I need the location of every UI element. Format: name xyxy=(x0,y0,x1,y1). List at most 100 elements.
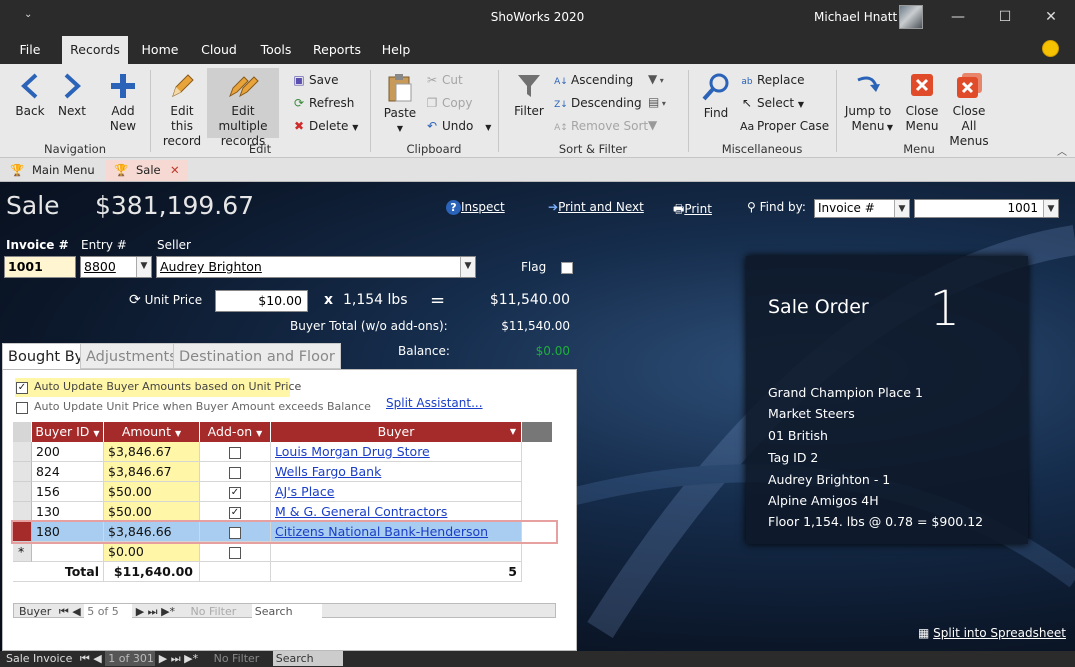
jump-to-menu-button[interactable]: Jump to Menu ▼ xyxy=(843,72,893,134)
new-row[interactable]: * $0.00 xyxy=(13,542,556,562)
seller-select[interactable]: Audrey Brighton ▼ xyxy=(156,256,476,278)
table-row[interactable]: 824 $3,846.67 Wells Fargo Bank xyxy=(13,462,556,482)
remove-sort-button[interactable]: A↕ Remove Sort xyxy=(554,118,648,136)
select-button[interactable]: ↖ Select ▼ xyxy=(740,95,804,113)
buyer-link[interactable]: Wells Fargo Bank xyxy=(275,464,381,479)
new-record-icon[interactable]: ▶* xyxy=(184,652,198,665)
col-amount[interactable]: Amount ▼ xyxy=(104,422,200,442)
checkmark-icon[interactable]: ✓ xyxy=(229,486,241,499)
checkbox-box[interactable] xyxy=(229,546,241,559)
tab-destination-floor[interactable]: Destination and Floor xyxy=(173,343,341,369)
first-record-icon[interactable]: ⏮ xyxy=(59,605,69,618)
flag-checkbox[interactable] xyxy=(561,262,573,274)
proper-case-button[interactable]: Aa Proper Case xyxy=(740,118,829,135)
refresh-button[interactable]: ⟳ Refresh xyxy=(292,95,354,111)
row-selector[interactable] xyxy=(13,442,32,462)
amount-cell[interactable]: $3,846.66 xyxy=(104,522,200,542)
status-record-counter[interactable]: 1 of 301 xyxy=(105,651,156,666)
smiley-icon[interactable] xyxy=(1042,40,1059,57)
prev-record-icon[interactable]: ◀ xyxy=(72,605,80,618)
chevron-down-icon[interactable]: ▼ xyxy=(136,257,151,277)
first-record-icon[interactable]: ⏮ xyxy=(80,652,90,665)
buyer-link[interactable]: AJ's Place xyxy=(275,484,334,499)
checkbox-box[interactable] xyxy=(229,526,241,539)
buyer-link[interactable]: Citizens National Bank-Henderson xyxy=(275,524,488,539)
find-by-select[interactable]: Invoice # ▼ xyxy=(814,199,910,218)
tab-bought-by[interactable]: Bought By xyxy=(2,343,90,369)
checkbox-box[interactable] xyxy=(229,446,241,459)
invoice-field[interactable]: 1001 xyxy=(4,256,76,278)
close-menu-button[interactable]: Close Menu xyxy=(902,72,942,134)
tab-file[interactable]: File xyxy=(10,36,50,64)
col-buyer-id[interactable]: Buyer ID ▼ xyxy=(32,422,104,442)
tab-reports[interactable]: Reports xyxy=(310,36,364,64)
tab-tools[interactable]: Tools xyxy=(254,36,298,64)
table-row[interactable]: 200 $3,846.67 Louis Morgan Drug Store xyxy=(13,442,556,462)
chevron-down-icon[interactable]: ▼ xyxy=(510,422,516,442)
back-button[interactable]: Back xyxy=(10,72,50,119)
addon-cell[interactable]: ✓ xyxy=(200,482,271,502)
table-row[interactable]: 130 $50.00 ✓ M & G. General Contractors xyxy=(13,502,556,522)
find-value-select[interactable]: 1001 ▼ xyxy=(914,199,1059,218)
buyer-id-cell[interactable]: 180 xyxy=(32,522,104,542)
auto-update-amounts-checkbox[interactable]: ✓ xyxy=(16,380,28,394)
status-search-input[interactable]: Search xyxy=(272,651,343,666)
tab-records[interactable]: Records xyxy=(62,36,128,64)
close-all-menus-button[interactable]: Close All Menus xyxy=(945,72,993,149)
amount-cell[interactable]: $50.00 xyxy=(104,502,200,522)
tab-home[interactable]: Home xyxy=(136,36,184,64)
chevron-down-icon[interactable]: ▼ xyxy=(175,429,181,438)
edit-multiple-records-button[interactable]: Edit multiple records xyxy=(207,68,279,148)
delete-button[interactable]: ✖ Delete ▼ xyxy=(292,118,358,136)
chevron-down-icon[interactable]: ▼ xyxy=(256,429,262,438)
addon-cell[interactable] xyxy=(200,522,271,542)
buyer-link[interactable]: M & G. General Contractors xyxy=(275,504,447,519)
grid-no-filter[interactable]: No Filter xyxy=(191,605,237,618)
addon-cell[interactable] xyxy=(200,462,271,482)
amount-cell[interactable]: $3,846.67 xyxy=(104,442,200,462)
entry-select[interactable]: 8800 ▼ xyxy=(80,256,152,278)
buyer-id-cell[interactable]: 200 xyxy=(32,442,104,462)
status-no-filter[interactable]: No Filter xyxy=(214,652,260,665)
last-record-icon[interactable]: ⏭ xyxy=(171,652,181,665)
advanced-filter-icon[interactable]: ▼ ▾ xyxy=(648,72,664,86)
copy-button[interactable]: ❐ Copy xyxy=(425,95,473,111)
tab-adjustments[interactable]: Adjustments xyxy=(80,343,183,369)
edit-this-record-button[interactable]: Edit this record xyxy=(158,70,206,149)
tab-help[interactable]: Help xyxy=(376,36,416,64)
print-and-next-button[interactable]: ➔Print and Next xyxy=(548,200,644,214)
buyer-cell[interactable]: AJ's Place xyxy=(271,482,522,502)
replace-button[interactable]: ab Replace xyxy=(740,72,804,90)
new-row-amount[interactable]: $0.00 xyxy=(104,542,200,562)
maximize-button[interactable]: ☐ xyxy=(990,4,1020,30)
checkbox-box[interactable] xyxy=(229,466,241,479)
close-tab-icon[interactable]: ✕ xyxy=(170,160,180,181)
new-record-icon[interactable]: ▶* xyxy=(161,605,175,618)
next-button[interactable]: Next xyxy=(52,72,92,119)
prev-record-icon[interactable]: ◀ xyxy=(93,652,101,665)
refresh-icon[interactable]: ⟳ xyxy=(129,292,141,308)
unit-price-field[interactable]: $10.00 xyxy=(215,290,308,312)
collapse-ribbon-icon[interactable]: ︿ xyxy=(1057,143,1067,158)
sort-descending-button[interactable]: Z↓ Descending xyxy=(554,95,642,113)
last-record-icon[interactable]: ⏭ xyxy=(148,605,158,618)
chevron-down-icon[interactable]: ▼ xyxy=(460,257,475,277)
chevron-down-icon[interactable]: ▼ xyxy=(1043,200,1058,217)
select-all-corner[interactable] xyxy=(13,422,32,442)
chevron-down-icon[interactable]: ▼ xyxy=(894,200,909,217)
find-button[interactable]: Find xyxy=(698,72,734,121)
new-row-buyer[interactable] xyxy=(271,542,522,562)
buyer-id-cell[interactable]: 824 xyxy=(32,462,104,482)
col-buyer[interactable]: Buyer ▼ xyxy=(271,422,522,442)
new-row-id[interactable] xyxy=(32,542,104,562)
addon-cell[interactable]: ✓ xyxy=(200,502,271,522)
row-selector[interactable] xyxy=(13,502,32,522)
minimize-button[interactable]: — xyxy=(943,4,973,30)
buyer-cell[interactable]: M & G. General Contractors xyxy=(271,502,522,522)
close-window-button[interactable]: ✕ xyxy=(1036,4,1066,30)
doctab-main-menu[interactable]: 🏆 Main Menu xyxy=(2,160,104,181)
buyer-id-cell[interactable]: 130 xyxy=(32,502,104,522)
save-button[interactable]: ▣ Save xyxy=(292,72,338,88)
next-record-icon[interactable]: ▶ xyxy=(159,652,167,665)
amount-cell[interactable]: $50.00 xyxy=(104,482,200,502)
